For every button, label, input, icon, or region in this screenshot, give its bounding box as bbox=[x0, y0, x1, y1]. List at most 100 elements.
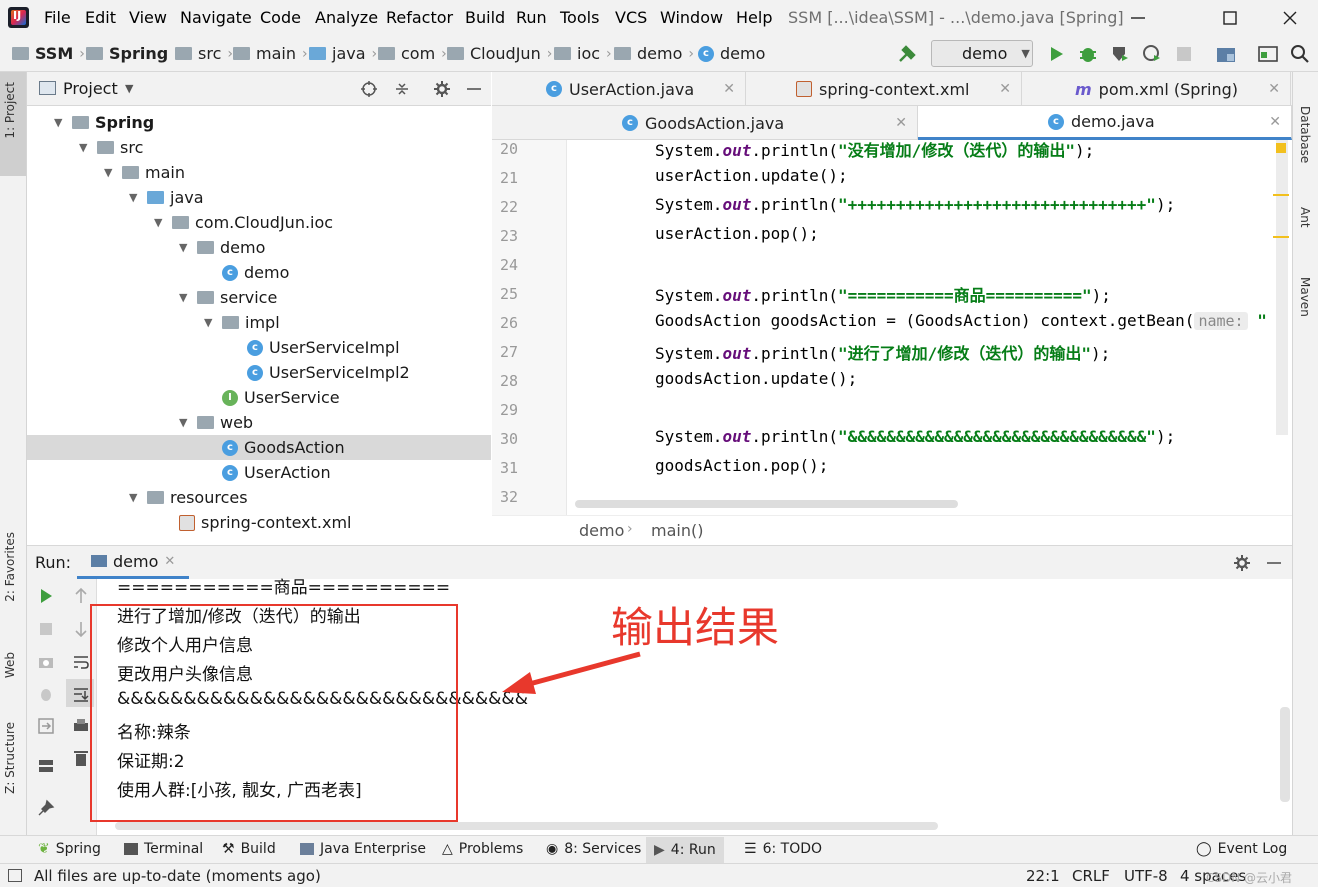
project-panel-title[interactable]: Project bbox=[63, 79, 118, 98]
layout-icon[interactable] bbox=[37, 757, 55, 775]
tab-demo-java[interactable]: c demo.java ✕ bbox=[918, 106, 1292, 140]
tool-run[interactable]: ▶ 4: Run bbox=[646, 837, 724, 863]
tree-node-package[interactable]: ▼ com.CloudJun.ioc bbox=[154, 210, 333, 235]
hide-panel-icon[interactable] bbox=[465, 80, 483, 98]
camera-icon[interactable] bbox=[37, 653, 55, 671]
tree-node-spring-context[interactable]: spring-context.xml bbox=[179, 510, 351, 535]
close-tab-icon[interactable]: ✕ bbox=[1268, 81, 1280, 97]
menu-tools[interactable]: Tools bbox=[560, 8, 599, 27]
tool-todo[interactable]: ☰ 6: TODO bbox=[744, 841, 822, 857]
search-icon[interactable] bbox=[1290, 44, 1310, 64]
breadcrumb-ioc[interactable]: ioc › bbox=[554, 44, 612, 63]
tree-node-resources[interactable]: ▼ resources bbox=[129, 485, 248, 510]
minimize-icon[interactable] bbox=[1126, 6, 1150, 30]
profile-icon[interactable] bbox=[1142, 44, 1162, 64]
pin-icon[interactable] bbox=[37, 799, 55, 817]
warning-stripe[interactable] bbox=[1273, 236, 1289, 238]
project-structure-icon[interactable] bbox=[1215, 44, 1237, 64]
maximize-icon[interactable] bbox=[1218, 6, 1242, 30]
run-icon[interactable] bbox=[1046, 44, 1066, 64]
tool-tab-favorites[interactable]: 2: Favorites bbox=[3, 532, 17, 602]
menu-file[interactable]: File bbox=[44, 8, 71, 27]
menu-build[interactable]: Build bbox=[465, 8, 505, 27]
tool-terminal[interactable]: Terminal bbox=[124, 841, 203, 857]
tree-node-java[interactable]: ▼ java bbox=[129, 185, 204, 210]
warning-marker[interactable] bbox=[1276, 143, 1286, 153]
status-message[interactable]: All files are up-to-date (moments ago) bbox=[34, 867, 321, 885]
collapse-all-icon[interactable] bbox=[393, 80, 411, 98]
trash-icon[interactable] bbox=[72, 749, 90, 767]
tree-node-spring[interactable]: ▼ Spring bbox=[54, 110, 154, 135]
breadcrumb-src[interactable]: src › bbox=[175, 44, 233, 63]
menu-analyze[interactable]: Analyze bbox=[315, 8, 378, 27]
breadcrumb-java[interactable]: java › bbox=[309, 44, 377, 63]
tree-node-goodsaction[interactable]: c GoodsAction bbox=[27, 435, 491, 460]
tab-spring-context-xml[interactable]: spring-context.xml ✕ bbox=[782, 72, 1022, 106]
settings-gear-icon[interactable] bbox=[1233, 554, 1251, 572]
locate-icon[interactable] bbox=[360, 80, 378, 98]
tool-problems[interactable]: △ Problems bbox=[442, 841, 523, 857]
breadcrumb-main[interactable]: main › bbox=[233, 44, 308, 63]
scroll-to-end-icon[interactable] bbox=[72, 685, 90, 703]
horizontal-scrollbar[interactable] bbox=[115, 822, 938, 830]
tab-pom-xml[interactable]: m pom.xml (Spring) ✕ bbox=[1061, 72, 1291, 106]
menu-refactor[interactable]: Refactor bbox=[386, 8, 453, 27]
breadcrumb-demo-class[interactable]: c demo bbox=[698, 44, 765, 63]
layout-icon[interactable] bbox=[1257, 44, 1279, 64]
menu-run[interactable]: Run bbox=[516, 8, 547, 27]
down-arrow-icon[interactable] bbox=[72, 620, 90, 638]
menu-help[interactable]: Help bbox=[736, 8, 772, 27]
tool-tab-structure[interactable]: Z: Structure bbox=[3, 722, 17, 794]
layout-toggle-icon[interactable] bbox=[8, 869, 22, 882]
rerun-icon[interactable] bbox=[37, 587, 55, 605]
tool-tab-ant[interactable]: Ant bbox=[1298, 207, 1312, 228]
hide-panel-icon[interactable] bbox=[1265, 554, 1283, 572]
tool-java-enterprise[interactable]: Java Enterprise bbox=[300, 841, 426, 857]
warning-stripe[interactable] bbox=[1273, 194, 1289, 196]
tree-node-service[interactable]: ▼ service bbox=[179, 285, 277, 310]
breadcrumb-cloudjun[interactable]: CloudJun › bbox=[447, 44, 552, 63]
breadcrumb-demo-pkg[interactable]: demo › bbox=[614, 44, 694, 63]
breadcrumb-class[interactable]: demo bbox=[579, 521, 624, 540]
menu-navigate[interactable]: Navigate bbox=[180, 8, 252, 27]
menu-edit[interactable]: Edit bbox=[85, 8, 116, 27]
tool-tab-database[interactable]: Database bbox=[1298, 106, 1312, 163]
soft-wrap-icon[interactable] bbox=[72, 653, 90, 671]
print-icon[interactable] bbox=[72, 717, 90, 735]
close-tab-icon[interactable]: ✕ bbox=[999, 81, 1011, 97]
tool-spring[interactable]: ❦ Spring bbox=[38, 841, 101, 857]
tool-build[interactable]: ⚒ Build bbox=[222, 841, 276, 857]
tree-node-userserviceimpl[interactable]: c UserServiceImpl bbox=[247, 335, 400, 360]
up-arrow-icon[interactable] bbox=[72, 587, 90, 605]
tree-node-impl[interactable]: ▼ impl bbox=[204, 310, 280, 335]
close-tab-icon[interactable]: ✕ bbox=[895, 115, 907, 131]
debug-disabled-icon[interactable] bbox=[37, 685, 55, 703]
menu-vcs[interactable]: VCS bbox=[615, 8, 647, 27]
tree-node-src[interactable]: ▼ src bbox=[79, 135, 143, 160]
breadcrumb-spring[interactable]: Spring› bbox=[86, 44, 180, 63]
run-configuration-select[interactable]: demo ▼ bbox=[931, 40, 1033, 67]
tree-node-web[interactable]: ▼ web bbox=[179, 410, 253, 435]
tool-event-log[interactable]: ◯ Event Log bbox=[1196, 841, 1287, 857]
breadcrumb-ssm[interactable]: SSM › bbox=[12, 44, 85, 63]
vertical-scrollbar[interactable] bbox=[1280, 707, 1290, 802]
code-editor[interactable]: System.out.println("没有增加/修改（迭代）的输出"); us… bbox=[567, 140, 1290, 515]
chevron-down-icon[interactable]: ▼ bbox=[125, 82, 133, 95]
tree-node-main[interactable]: ▼ main bbox=[104, 160, 185, 185]
tab-goodsaction-java[interactable]: c GoodsAction.java ✕ bbox=[608, 106, 918, 140]
menu-code[interactable]: Code bbox=[260, 8, 301, 27]
coverage-icon[interactable] bbox=[1110, 44, 1130, 64]
file-encoding[interactable]: UTF-8 bbox=[1124, 867, 1168, 885]
tree-node-demo-class[interactable]: c demo bbox=[222, 260, 289, 285]
tree-node-useraction[interactable]: c UserAction bbox=[222, 460, 331, 485]
debug-icon[interactable] bbox=[1078, 44, 1098, 64]
tool-services[interactable]: ◉ 8: Services bbox=[546, 841, 641, 857]
exit-icon[interactable] bbox=[37, 717, 55, 735]
close-tab-icon[interactable]: ✕ bbox=[1269, 114, 1281, 130]
line-separator[interactable]: CRLF bbox=[1072, 867, 1110, 885]
tree-node-demo-pkg[interactable]: ▼ demo bbox=[179, 235, 265, 260]
menu-window[interactable]: Window bbox=[660, 8, 723, 27]
horizontal-scrollbar[interactable] bbox=[575, 500, 958, 508]
close-tab-icon[interactable]: ✕ bbox=[164, 554, 175, 569]
caret-position[interactable]: 22:1 bbox=[1026, 867, 1060, 885]
